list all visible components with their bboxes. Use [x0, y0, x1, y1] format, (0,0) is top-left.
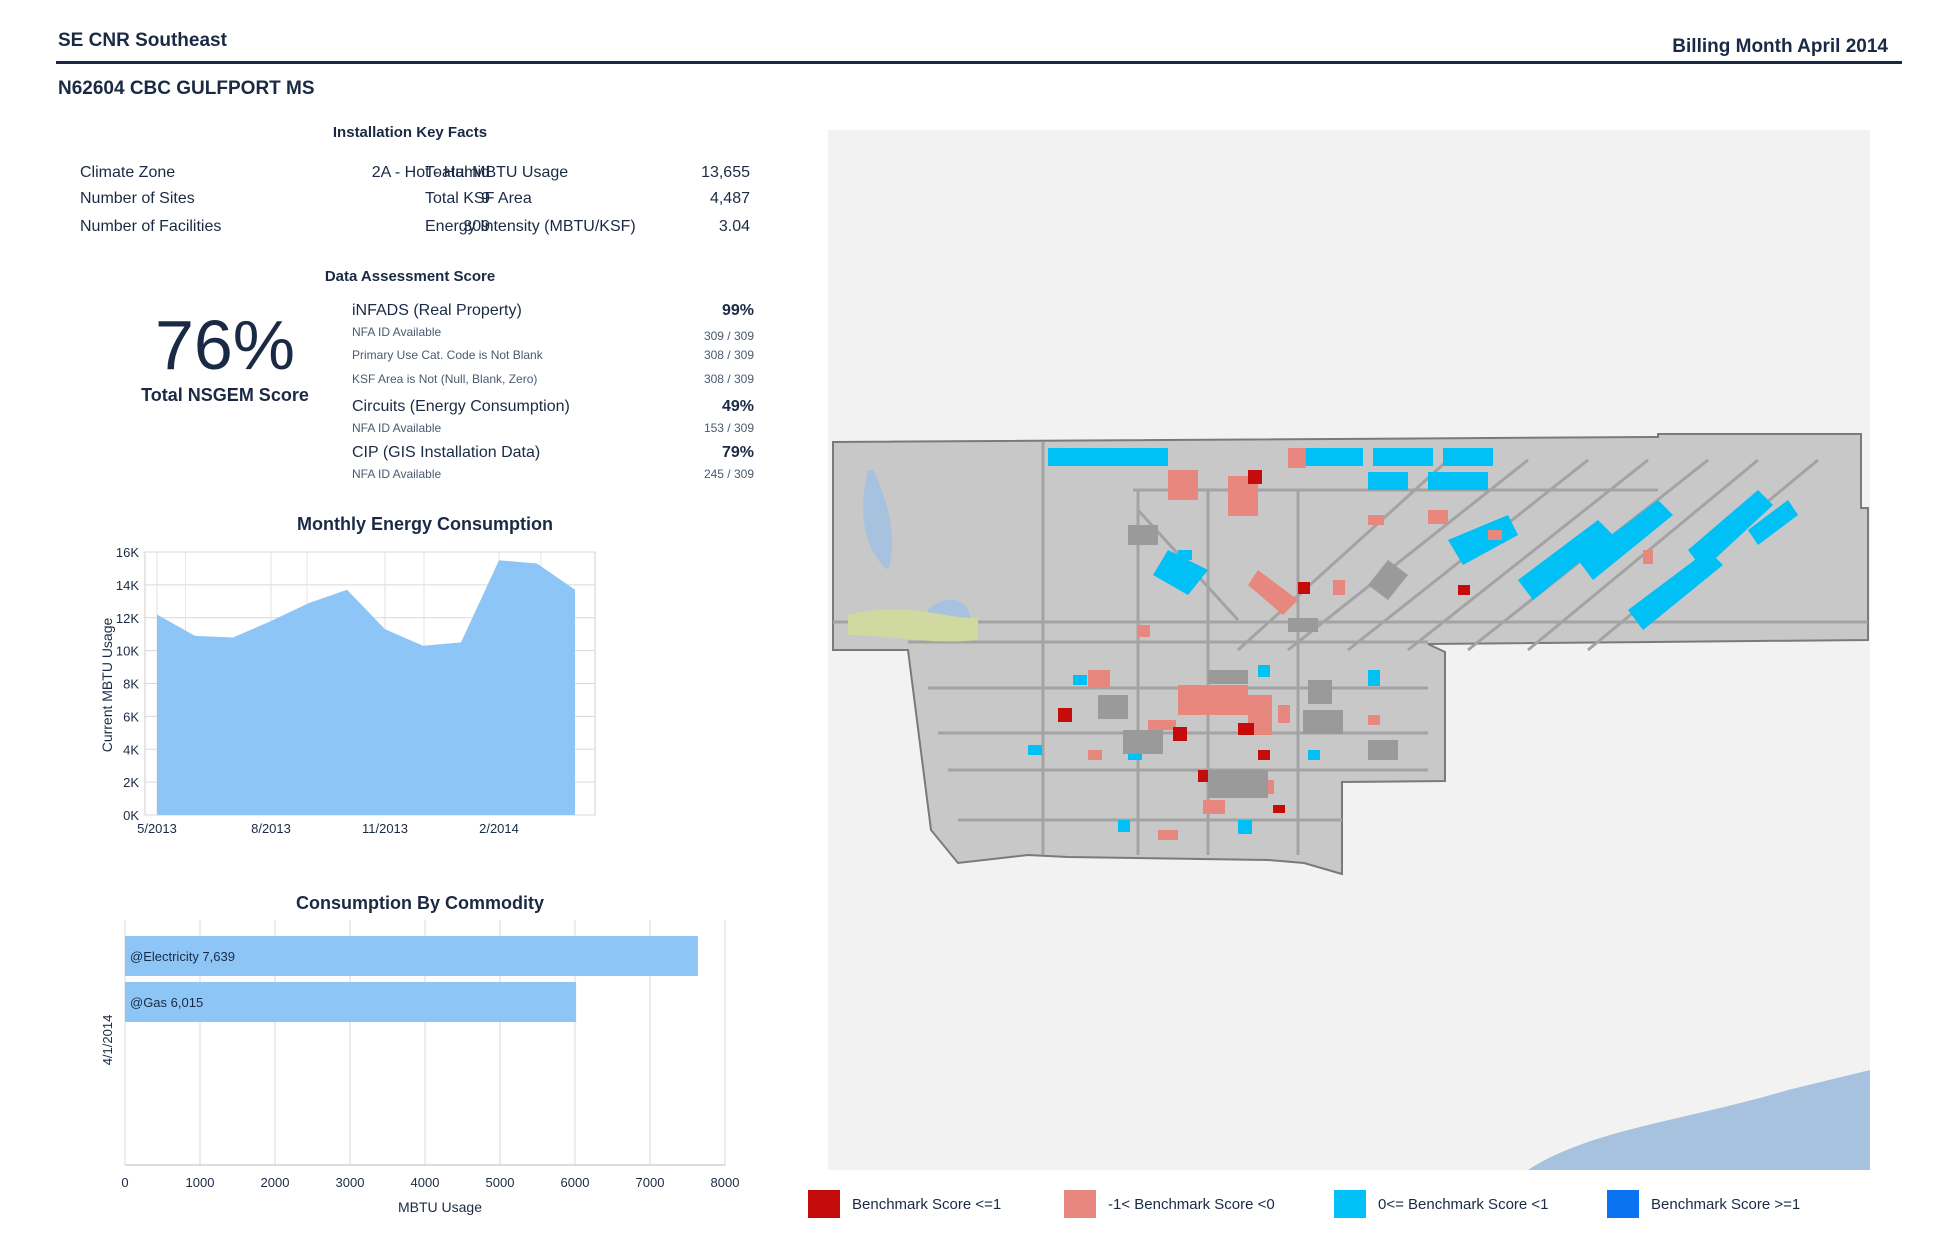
key-facts-table: Climate Zone 2A - Hot - Humid Toatal MBT…: [80, 164, 760, 244]
infads-item-value: 308 / 309: [703, 372, 754, 386]
commodity-chart: @Electricity 7,639 @Gas 6,015 0 1000 2000 30…: [100, 920, 740, 1215]
legend-item: Benchmark Score <=1: [808, 1190, 1001, 1218]
x-tick-label: 3000: [336, 1175, 365, 1190]
y-tick-label: 6K: [123, 709, 139, 724]
data-assessment-title: Data Assessment Score: [324, 268, 496, 285]
y-tick-label: 10K: [116, 644, 139, 659]
cip-item-name: NFA ID Available: [352, 467, 442, 481]
commodity-x-axis-label: MBTU Usage: [398, 1199, 482, 1215]
y-tick-label: 4K: [123, 742, 139, 757]
legend-item: -1< Benchmark Score <0: [1064, 1190, 1275, 1218]
x-tick-label: 5000: [486, 1175, 515, 1190]
y-tick-label: 2K: [123, 775, 139, 790]
region-title: SE CNR Southeast: [58, 30, 227, 51]
monthly-y-axis-label: Current MBTU Usage: [99, 617, 115, 752]
kf-label-ksf: Total KSF Area: [425, 190, 532, 207]
commodity-y-axis-label: 4/1/2014: [100, 1015, 115, 1066]
group-cip-name: CIP (GIS Installation Data): [352, 444, 541, 461]
y-tick-label: 14K: [116, 578, 139, 593]
circuits-item-value: 153 / 309: [703, 421, 754, 435]
legend-swatch: [1064, 1190, 1096, 1218]
legend-label: 0<= Benchmark Score <1: [1378, 1195, 1549, 1213]
x-tick-label: 8000: [711, 1175, 740, 1190]
group-circuits-name: Circuits (Energy Consumption): [352, 398, 570, 415]
kf-value-intensity: 3.04: [718, 218, 750, 235]
area-series: [157, 560, 575, 815]
legend-swatch: [1607, 1190, 1639, 1218]
water-corner: [1528, 1070, 1870, 1170]
infads-item-name: KSF Area is Not (Null, Blank, Zero): [352, 372, 538, 386]
billing-month: Billing Month April 2014: [1672, 36, 1888, 57]
infads-item-name: NFA ID Available: [352, 325, 442, 339]
group-infads-name: iNFADS (Real Property): [352, 302, 522, 319]
x-tick-label: 2000: [261, 1175, 290, 1190]
legend-swatch: [808, 1190, 840, 1218]
monthly-chart-title: Monthly Energy Consumption: [297, 514, 553, 534]
kf-value-mbtu: 13,655: [701, 164, 750, 181]
kf-label-facilities: Number of Facilities: [80, 218, 222, 235]
kf-label-climate: Climate Zone: [80, 164, 176, 181]
kf-label-intensity: Energy Intensity (MBTU/KSF): [425, 218, 636, 235]
group-circuits-score: 49%: [721, 398, 754, 415]
x-tick-label: 2/2014: [479, 821, 519, 836]
x-tick-label: 5/2013: [137, 821, 177, 836]
installation-boundary: [832, 433, 1869, 876]
header-divider: [56, 61, 1902, 64]
kf-label-sites: Number of Sites: [80, 190, 195, 207]
installation-map[interactable]: [828, 130, 1870, 1170]
map-canvas: [832, 433, 1870, 1170]
x-tick-label: 0: [121, 1175, 128, 1190]
y-tick-label: 8K: [123, 677, 139, 692]
infads-item-name: Primary Use Cat. Code is Not Blank: [352, 348, 543, 362]
legend-item: 0<= Benchmark Score <1: [1334, 1190, 1549, 1218]
x-tick-label: 1000: [186, 1175, 215, 1190]
x-tick-label: 8/2013: [251, 821, 291, 836]
x-tick-label: 11/2013: [362, 821, 408, 836]
bar-label: @Electricity 7,639: [130, 949, 235, 964]
group-cip-score: 79%: [721, 444, 754, 461]
legend-label: -1< Benchmark Score <0: [1108, 1195, 1275, 1213]
infads-item-value: 308 / 309: [703, 348, 754, 362]
group-infads-score: 99%: [721, 302, 754, 319]
kf-label-mbtu: Toatal MBTU Usage: [425, 164, 569, 181]
infads-item-value: 309 / 309: [703, 329, 754, 343]
monthly-energy-chart: 0K2K4K6K8K10K12K14K16K 5/2013 8/2013 11/20…: [99, 545, 596, 836]
x-tick-label: 6000: [561, 1175, 590, 1190]
kf-value-ksf: 4,487: [709, 190, 750, 207]
x-tick-label: 4000: [411, 1175, 440, 1190]
y-tick-label: 12K: [116, 611, 139, 626]
cip-item-value: 245 / 309: [703, 467, 754, 481]
assessment-list: iNFADS (Real Property) 99% NFA ID Availa…: [352, 302, 754, 482]
legend-label: Benchmark Score <=1: [852, 1195, 1002, 1213]
legend-item: Benchmark Score >=1: [1607, 1190, 1800, 1218]
key-facts-title: Installation Key Facts: [332, 124, 488, 141]
y-tick-label: 16K: [116, 545, 139, 560]
total-score: 76%: [154, 306, 296, 384]
total-score-label: Total NSGEM Score: [141, 385, 309, 405]
x-tick-label: 7000: [636, 1175, 665, 1190]
bar-label: @Gas 6,015: [130, 995, 203, 1010]
legend-label: Benchmark Score >=1: [1651, 1195, 1801, 1213]
circuits-item-name: NFA ID Available: [352, 421, 442, 435]
installation-title: N62604 CBC GULFPORT MS: [58, 78, 315, 99]
legend-swatch: [1334, 1190, 1366, 1218]
